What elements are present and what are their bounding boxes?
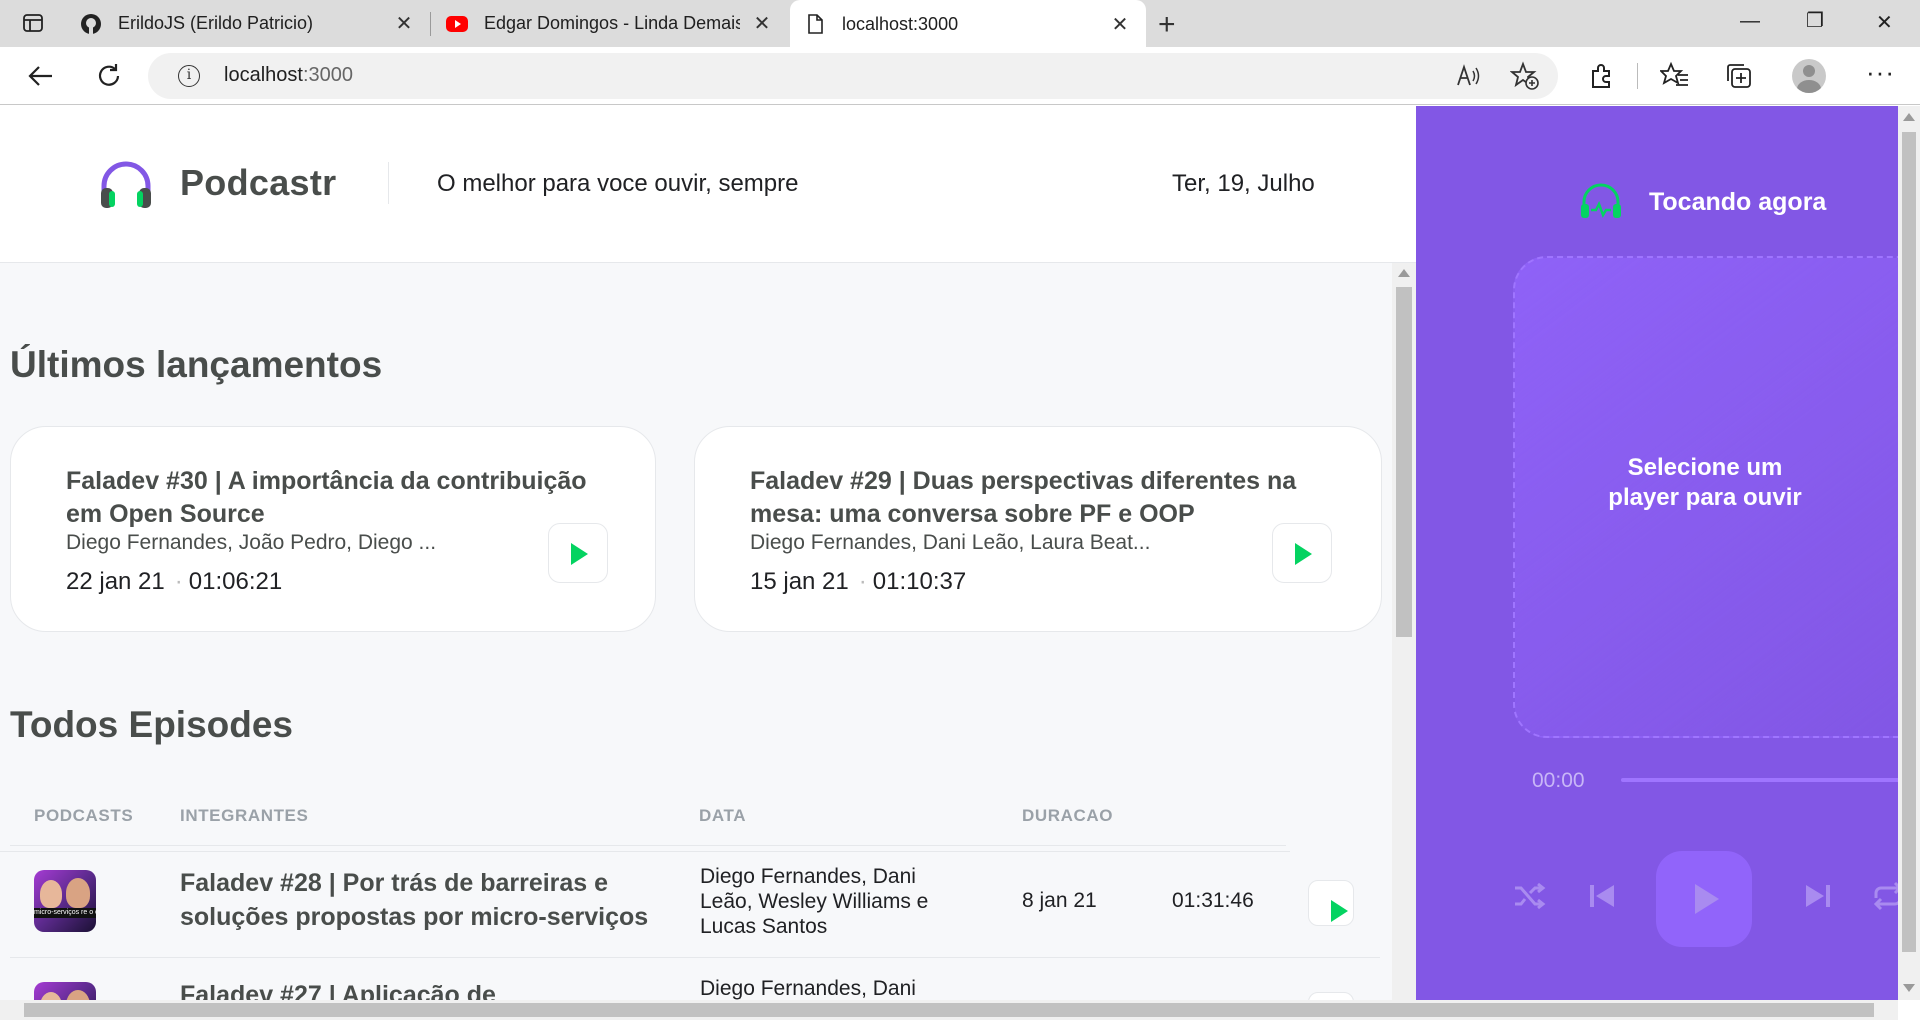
play-episode-button[interactable] bbox=[1272, 523, 1332, 583]
browser-tab-localhost[interactable]: localhost:3000 ✕ bbox=[790, 0, 1146, 48]
tab-separator bbox=[430, 12, 431, 36]
tab-title: ErildoJS (Erildo Patricio) bbox=[118, 13, 314, 33]
current-time: 00:00 bbox=[1532, 769, 1585, 792]
play-episode-button[interactable] bbox=[1308, 992, 1354, 1000]
episode-thumbnail: micro-serviços re o que ma bbox=[34, 870, 96, 932]
page-icon bbox=[808, 14, 823, 34]
extensions-icon[interactable] bbox=[1587, 61, 1617, 91]
scroll-up-icon[interactable] bbox=[1398, 269, 1410, 277]
site-info-icon[interactable]: i bbox=[178, 65, 200, 87]
scroll-up-icon[interactable] bbox=[1903, 113, 1915, 121]
browser-tab-youtube[interactable]: Edgar Domingos - Linda Demais ✕ bbox=[432, 0, 788, 47]
play-episode-button[interactable] bbox=[548, 523, 608, 583]
column-header-podcasts: PODCASTS bbox=[34, 806, 134, 825]
refresh-icon[interactable] bbox=[94, 61, 124, 91]
playing-now-heading: Tocando agora bbox=[1649, 188, 1827, 216]
column-header-members: INTEGRANTES bbox=[180, 806, 309, 825]
episode-title-link[interactable]: Faladev #29 | Duas perspectivas diferent… bbox=[750, 465, 1343, 531]
play-episode-button[interactable] bbox=[1308, 880, 1354, 926]
previous-track-icon[interactable] bbox=[1582, 876, 1622, 916]
all-episodes-title: Todos Episodes bbox=[10, 704, 294, 745]
window-close-icon[interactable]: ✕ bbox=[1876, 10, 1893, 35]
empty-player-placeholder: Selecione um player para ouvir bbox=[1513, 256, 1898, 738]
scroll-down-icon[interactable] bbox=[1903, 984, 1915, 992]
more-menu-icon[interactable]: ··· bbox=[1866, 57, 1895, 88]
shuffle-icon[interactable] bbox=[1509, 876, 1549, 916]
restore-icon[interactable]: ❐ bbox=[1806, 8, 1824, 33]
header-divider bbox=[388, 162, 389, 204]
browser-toolbar: i localhost:3000 ··· bbox=[0, 47, 1920, 105]
episode-title-link[interactable]: Faladev #28 | Por trás de barreiras e so… bbox=[180, 866, 700, 934]
back-arrow-icon[interactable] bbox=[26, 61, 56, 91]
browser-tab-bar: ErildoJS (Erildo Patricio) ✕ Edgar Domin… bbox=[0, 0, 1920, 48]
episode-duration: 01:31:46 bbox=[1172, 889, 1254, 912]
url-text[interactable]: localhost:3000 bbox=[224, 64, 353, 87]
episode-title-link[interactable]: Faladev #27 | Aplicação de bbox=[180, 978, 700, 1000]
progress-slider[interactable] bbox=[1621, 778, 1898, 782]
column-header-date: DATA bbox=[699, 806, 747, 825]
app-header: Podcastr O melhor para voce ouvir, sempr… bbox=[0, 106, 1416, 263]
header-tagline: O melhor para voce ouvir, sempre bbox=[437, 170, 799, 197]
table-row: Faladev #27 | Aplicação de Diego Fernand… bbox=[10, 958, 1380, 1000]
toolbar-separator bbox=[1637, 63, 1638, 89]
close-tab-icon[interactable]: ✕ bbox=[392, 11, 416, 36]
episode-date: 8 jan 21 bbox=[1022, 889, 1097, 912]
main-content: Podcastr O melhor para voce ouvir, sempr… bbox=[0, 106, 1416, 1000]
new-tab-icon[interactable]: + bbox=[1158, 8, 1176, 42]
player-panel: Tocando agora Selecione um player para o… bbox=[1416, 106, 1898, 1000]
tab-title: localhost:3000 bbox=[842, 13, 959, 34]
headphones-logo-icon bbox=[101, 161, 151, 208]
column-header-duration: DURACAO bbox=[1022, 806, 1114, 825]
page-scrollbar[interactable] bbox=[1898, 106, 1920, 1000]
minimize-icon[interactable]: — bbox=[1740, 10, 1760, 33]
address-bar[interactable]: i localhost:3000 bbox=[148, 53, 1558, 99]
scrollbar-thumb[interactable] bbox=[1902, 132, 1916, 952]
next-track-icon[interactable] bbox=[1798, 876, 1838, 916]
latest-episodes-title: Últimos lançamentos bbox=[10, 344, 383, 385]
repeat-icon[interactable] bbox=[1868, 876, 1898, 916]
play-pause-button[interactable] bbox=[1656, 851, 1752, 947]
tab-title: Edgar Domingos - Linda Demais bbox=[484, 13, 740, 33]
playing-now-icon bbox=[1581, 183, 1621, 218]
profile-avatar[interactable] bbox=[1792, 59, 1826, 93]
scrollbar-thumb[interactable] bbox=[24, 1003, 1874, 1017]
read-aloud-icon[interactable] bbox=[1454, 61, 1484, 91]
collections-icon[interactable] bbox=[1724, 61, 1754, 91]
app-logo-text: Podcastr bbox=[180, 162, 337, 203]
favorites-icon[interactable] bbox=[1660, 61, 1690, 91]
close-tab-icon[interactable]: ✕ bbox=[1108, 12, 1132, 37]
episode-members: Diego Fernandes, Dani Leão, Wesley Willi… bbox=[700, 865, 929, 938]
episode-members: Diego Fernandes, João Pedro, Diego ... bbox=[66, 531, 437, 554]
episode-members: Diego Fernandes, Dani Leão, Laura Beat..… bbox=[750, 531, 1151, 554]
browser-tab-github[interactable]: ErildoJS (Erildo Patricio) ✕ bbox=[66, 0, 430, 47]
episode-title-link[interactable]: Faladev #30 | A importância da contribui… bbox=[66, 465, 617, 531]
main-scrollbar[interactable] bbox=[1392, 263, 1416, 1000]
episode-date-duration: 15 jan 2101:10:37 bbox=[750, 568, 966, 596]
latest-episode-card: Faladev #30 | A importância da contribui… bbox=[10, 426, 656, 632]
horizontal-scrollbar[interactable] bbox=[0, 1000, 1898, 1020]
header-date: Ter, 19, Julho bbox=[1172, 170, 1315, 197]
github-icon bbox=[81, 13, 101, 34]
page-viewport: Podcastr O melhor para voce ouvir, sempr… bbox=[0, 106, 1898, 1000]
add-favorite-icon[interactable] bbox=[1510, 61, 1540, 91]
close-tab-icon[interactable]: ✕ bbox=[750, 11, 774, 36]
latest-episode-card: Faladev #29 | Duas perspectivas diferent… bbox=[694, 426, 1382, 632]
select-podcast-message: Selecione um player para ouvir bbox=[1608, 454, 1802, 511]
youtube-icon bbox=[446, 15, 468, 32]
episode-thumbnail bbox=[34, 982, 96, 1000]
episode-members: Diego Fernandes, Dani bbox=[700, 977, 916, 1000]
tab-actions-icon[interactable] bbox=[22, 12, 44, 34]
episode-date-duration: 22 jan 2101:06:21 bbox=[66, 568, 282, 596]
scrollbar-thumb[interactable] bbox=[1396, 287, 1412, 637]
table-row: micro-serviços re o que ma Faladev #28 |… bbox=[10, 846, 1380, 958]
